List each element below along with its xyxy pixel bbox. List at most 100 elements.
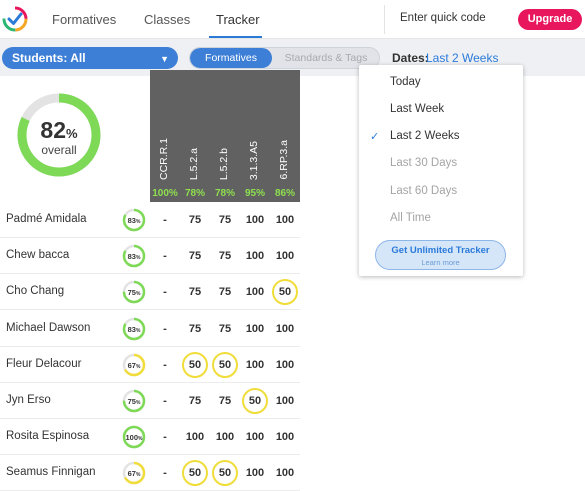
score-cell[interactable]: - bbox=[150, 274, 180, 310]
student-score-unit: % bbox=[135, 400, 141, 406]
score-cell[interactable]: 100 bbox=[270, 419, 300, 455]
column-label: CCR.R.1 bbox=[158, 137, 170, 180]
date-option[interactable]: Last Week bbox=[390, 103, 444, 115]
score-cell[interactable]: 100 bbox=[210, 419, 240, 455]
student-name[interactable]: Cho Chang bbox=[6, 285, 64, 297]
student-score-unit: % bbox=[135, 255, 141, 262]
student-name[interactable]: Rosita Espinosa bbox=[6, 430, 89, 442]
date-option[interactable]: Today bbox=[390, 76, 421, 88]
overall-label: overall bbox=[41, 143, 77, 157]
segment-formatives[interactable]: Formatives bbox=[190, 48, 272, 68]
score-cell[interactable]: 100 bbox=[240, 274, 270, 310]
score-cell[interactable]: 100 bbox=[240, 419, 270, 455]
score-cell[interactable]: 50 bbox=[210, 455, 240, 491]
student-score-unit: % bbox=[135, 363, 141, 370]
table-row[interactable]: Michael Dawson 83% -75 75 100 100 bbox=[0, 311, 300, 347]
student-name[interactable]: Chew bacca bbox=[6, 249, 69, 261]
score-cell[interactable]: 100 bbox=[270, 311, 300, 347]
score-cell[interactable]: 50 bbox=[240, 383, 270, 419]
score-cell[interactable]: 75 bbox=[180, 274, 210, 310]
score-cell[interactable]: 100 bbox=[270, 383, 300, 419]
students-filter-select[interactable]: Students: All ▼ bbox=[2, 47, 178, 69]
score-cell[interactable]: 100 bbox=[270, 455, 300, 491]
upgrade-button[interactable]: Upgrade bbox=[518, 9, 582, 30]
column-label: L.5.2.b bbox=[218, 147, 230, 180]
low-score-highlight: 50 bbox=[242, 388, 268, 414]
student-name[interactable]: Jyn Erso bbox=[6, 394, 51, 406]
dates-select[interactable]: Last 2 Weeks bbox=[426, 51, 498, 65]
score-cell[interactable]: 100 bbox=[270, 347, 300, 383]
tab-formatives[interactable]: Formatives bbox=[52, 12, 116, 27]
student-score: 75% bbox=[122, 397, 146, 406]
score-cell[interactable]: 75 bbox=[210, 202, 240, 238]
score-cell[interactable]: 75 bbox=[210, 311, 240, 347]
student-score: 100% bbox=[122, 433, 146, 442]
date-option: Last 30 Days bbox=[390, 157, 458, 169]
score-cell[interactable]: 100 bbox=[240, 202, 270, 238]
score-cell[interactable]: 75 bbox=[180, 238, 210, 274]
score-cell[interactable]: 75 bbox=[210, 383, 240, 419]
student-score-number: 83 bbox=[127, 216, 136, 225]
score-cell[interactable]: 75 bbox=[210, 274, 240, 310]
student-name[interactable]: Michael Dawson bbox=[6, 322, 90, 334]
overall-number: 82 bbox=[40, 117, 67, 143]
checkmark-icon: ✓ bbox=[370, 131, 380, 143]
table-row[interactable]: Fleur Delacour 67% -50 50 100 100 bbox=[0, 347, 300, 383]
student-score-unit: % bbox=[135, 291, 141, 298]
score-cell[interactable]: 50 bbox=[210, 347, 240, 383]
tab-tracker[interactable]: Tracker bbox=[216, 12, 260, 27]
low-score-highlight: 50 bbox=[182, 351, 208, 378]
score-cell[interactable]: 75 bbox=[180, 202, 210, 238]
score-cell[interactable]: 50 bbox=[180, 455, 210, 491]
score-cell[interactable]: 100 bbox=[270, 202, 300, 238]
score-cell[interactable]: 75 bbox=[210, 238, 240, 274]
score-cell[interactable]: 50 bbox=[180, 347, 210, 383]
student-name[interactable]: Padmé Amidala bbox=[6, 213, 87, 225]
score-cell[interactable]: 100 bbox=[240, 455, 270, 491]
score-cell[interactable]: - bbox=[150, 311, 180, 347]
score-cell[interactable]: - bbox=[150, 419, 180, 455]
unlimited-title: Get Unlimited Tracker bbox=[391, 245, 490, 256]
score-cell[interactable]: 100 bbox=[180, 419, 210, 455]
student-score-unit: % bbox=[135, 327, 141, 334]
low-score-highlight: 50 bbox=[272, 279, 298, 306]
score-cell[interactable]: 75 bbox=[180, 311, 210, 347]
table-row[interactable]: Cho Chang 75% -75 75 100 50 bbox=[0, 274, 300, 311]
table-row[interactable]: Rosita Espinosa 100% -100 100 100 100 bbox=[0, 419, 300, 456]
score-cell[interactable]: 100 bbox=[270, 238, 300, 274]
dates-dropdown-menu: Get Unlimited Tracker Learn more Today La… bbox=[359, 65, 523, 276]
table-row[interactable]: Seamus Finnigan 67% -50 50 100 100 bbox=[0, 455, 300, 491]
date-option[interactable]: Last 2 Weeks bbox=[390, 130, 459, 142]
formative-logo-icon[interactable] bbox=[2, 6, 28, 32]
score-cell[interactable]: 100 bbox=[240, 238, 270, 274]
column-percent: 95% bbox=[244, 188, 265, 199]
column-header[interactable]: L.5.2.b 78% bbox=[210, 70, 240, 202]
table-row[interactable]: Jyn Erso 75% -75 75 50 100 bbox=[0, 383, 300, 419]
tab-classes[interactable]: Classes bbox=[144, 12, 190, 27]
student-score-unit: % bbox=[138, 436, 143, 443]
student-score-ring: 67% bbox=[122, 353, 146, 377]
column-header[interactable]: L.5.2.a 78% bbox=[180, 70, 210, 202]
student-name[interactable]: Seamus Finnigan bbox=[6, 466, 96, 478]
column-header[interactable]: CCR.R.1 100% bbox=[150, 70, 180, 202]
table-row[interactable]: Padmé Amidala 83% -75 75 100 100 bbox=[0, 202, 300, 238]
column-header[interactable]: 3.1.3.A5 95% bbox=[240, 70, 270, 202]
table-row[interactable]: Chew bacca 83% -75 75 100 100 bbox=[0, 238, 300, 275]
column-header[interactable]: 6.RP.3.a 86% bbox=[270, 70, 300, 202]
score-cell[interactable]: 100 bbox=[240, 347, 270, 383]
student-score: 83% bbox=[122, 252, 146, 261]
column-percent: 78% bbox=[184, 188, 205, 199]
student-score-number: 75 bbox=[127, 288, 136, 298]
score-cell[interactable]: 50 bbox=[270, 274, 300, 310]
student-name[interactable]: Fleur Delacour bbox=[6, 358, 81, 370]
score-cell[interactable]: - bbox=[150, 383, 180, 419]
learn-more-link[interactable]: Learn more bbox=[376, 258, 505, 267]
score-cell[interactable]: - bbox=[150, 347, 180, 383]
score-cell[interactable]: 100 bbox=[240, 311, 270, 347]
score-cell[interactable]: - bbox=[150, 202, 180, 238]
score-cell[interactable]: 75 bbox=[180, 383, 210, 419]
score-cell[interactable]: - bbox=[150, 238, 180, 274]
score-cell[interactable]: - bbox=[150, 455, 180, 491]
get-unlimited-tracker-button[interactable]: Get Unlimited Tracker Learn more bbox=[375, 240, 506, 270]
quick-code-input[interactable]: Enter quick code bbox=[400, 12, 486, 24]
